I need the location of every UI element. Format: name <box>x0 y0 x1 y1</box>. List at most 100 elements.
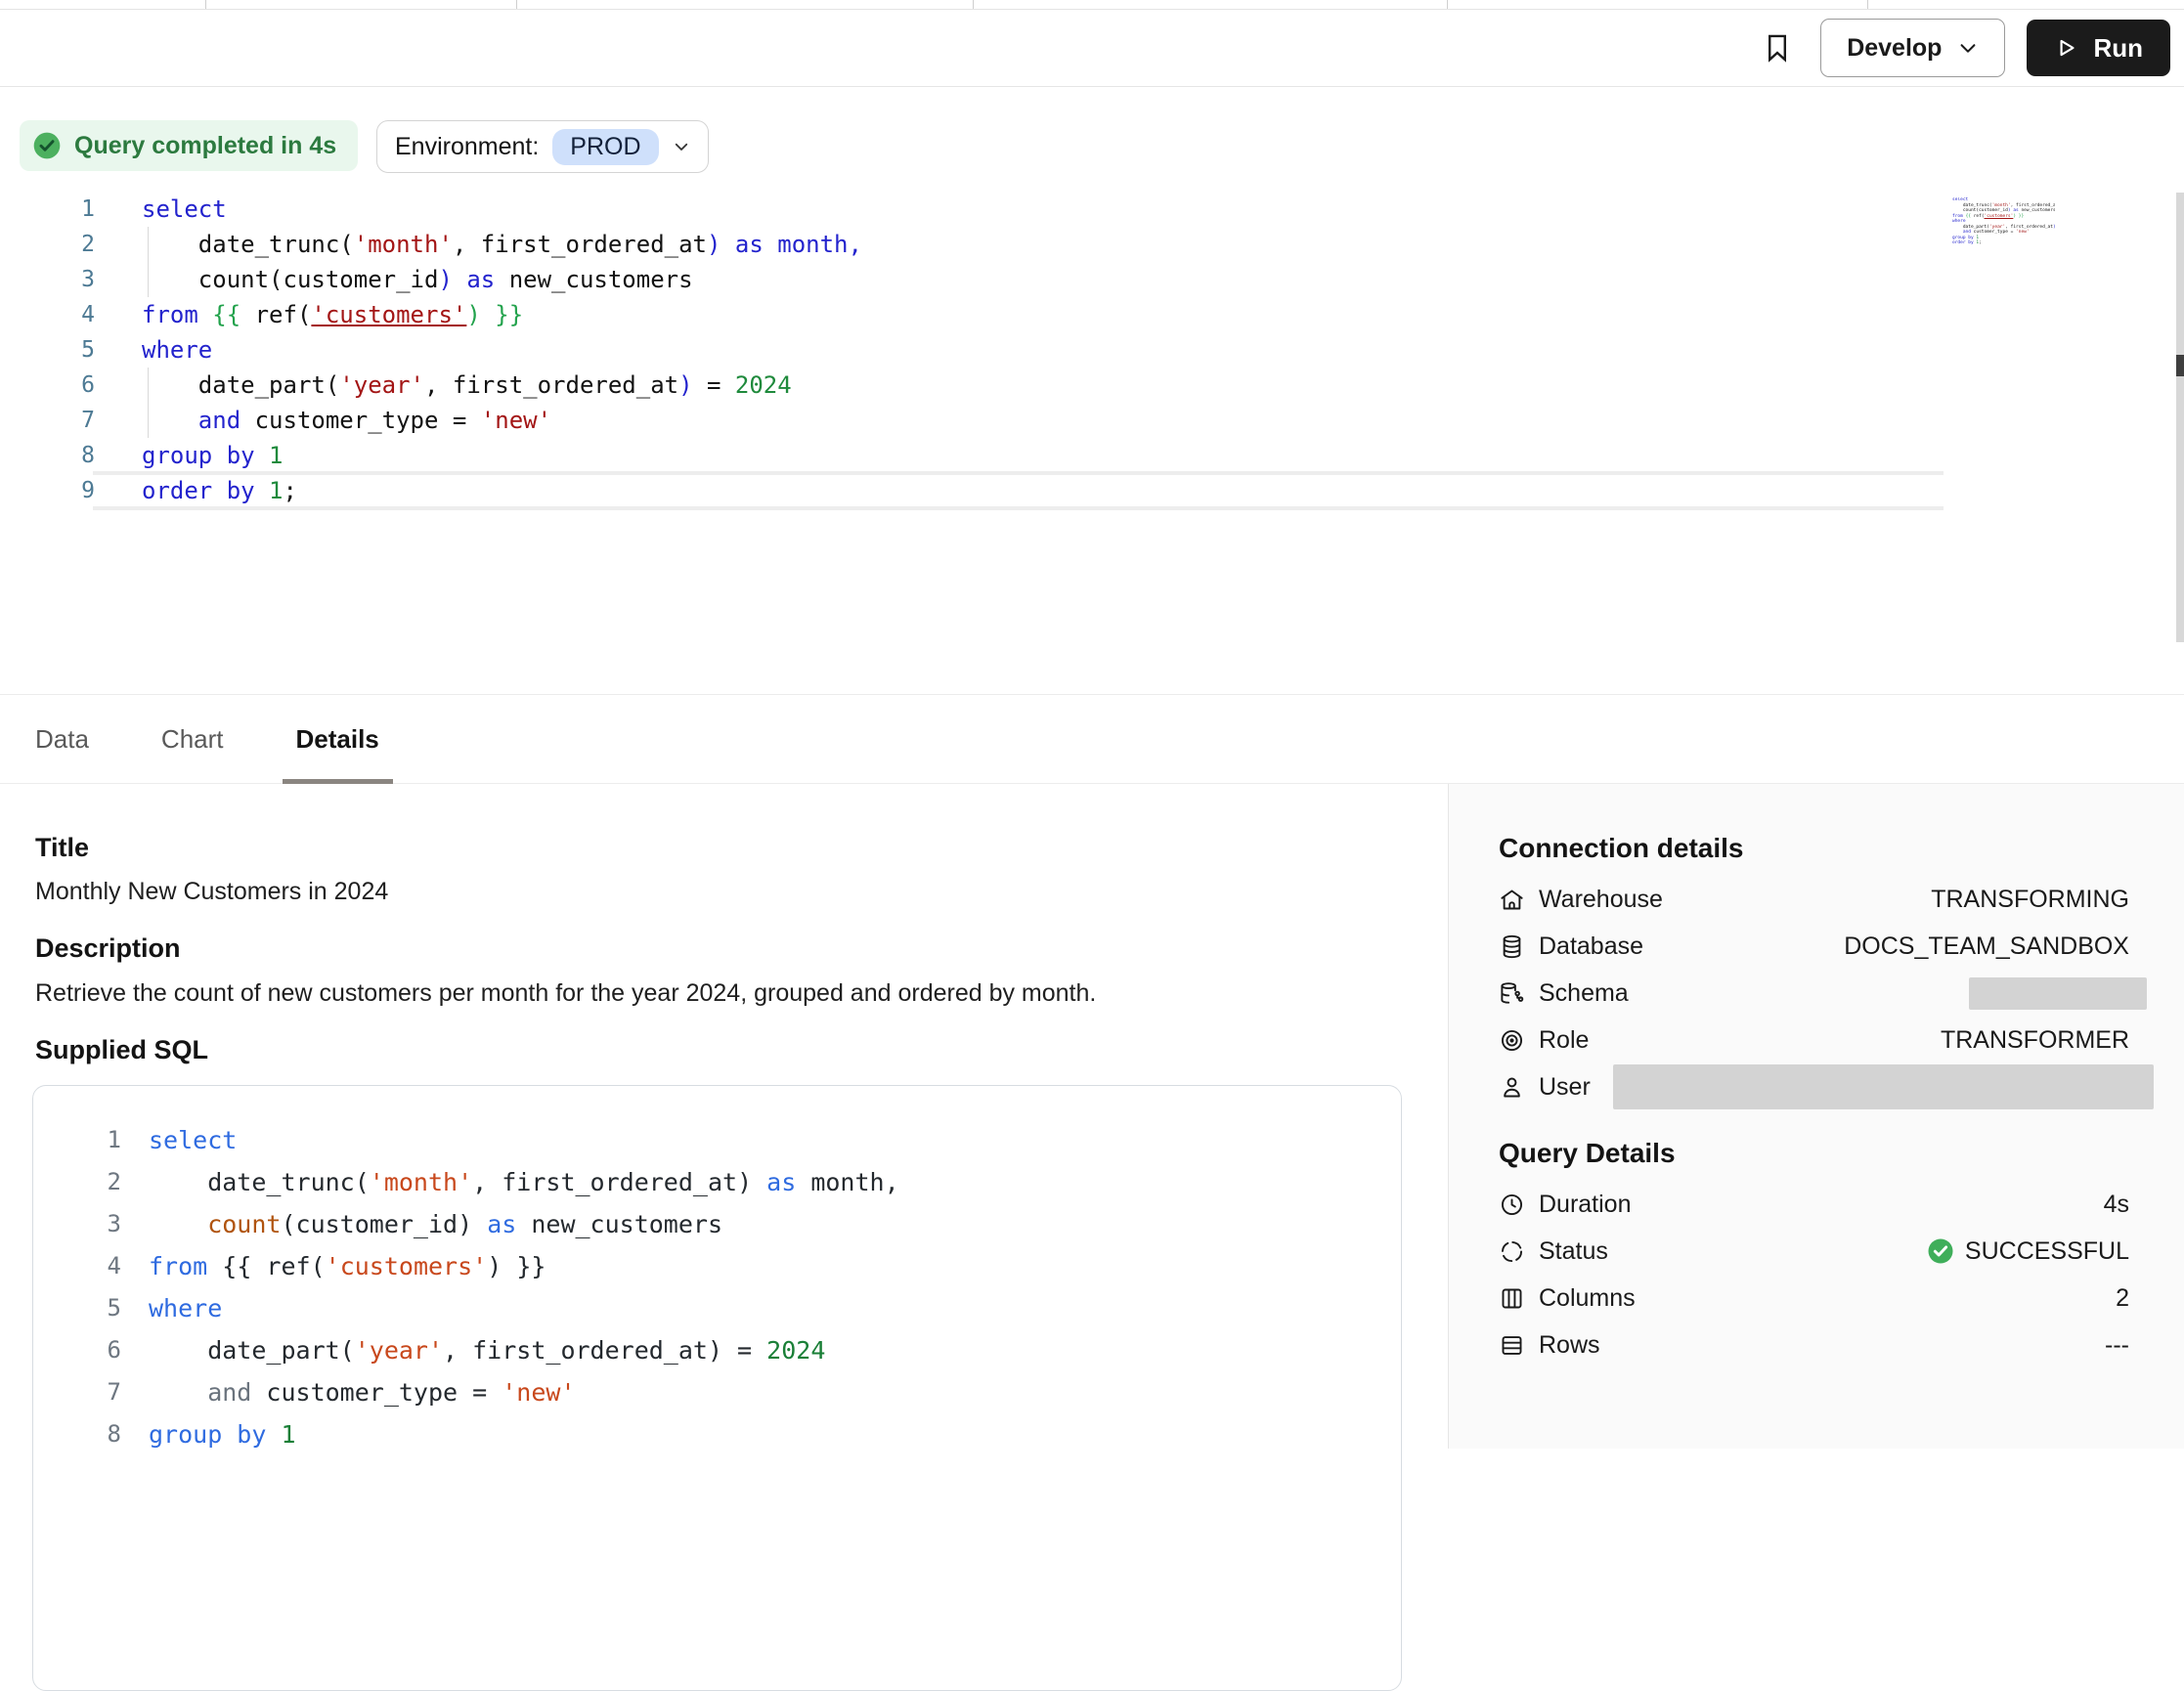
tab-divider <box>205 0 206 9</box>
columns-icon <box>1499 1285 1525 1312</box>
environment-label: Environment: <box>395 133 539 161</box>
line-number: 8 <box>0 438 95 473</box>
supplied-sql-heading: Supplied SQL <box>35 1035 208 1065</box>
line-number: 7 <box>0 403 95 438</box>
detail-row: Schema <box>1499 970 2129 1017</box>
query-status-pill: Query completed in 4s <box>20 120 358 171</box>
row-label: Database <box>1539 932 1643 961</box>
line-number: 4 <box>33 1245 121 1287</box>
results-tab-bar: Data Chart Details <box>0 694 2184 784</box>
run-label: Run <box>2093 33 2143 64</box>
tab-data[interactable]: Data <box>35 694 89 784</box>
line-number: 2 <box>33 1161 121 1203</box>
query-status-text: Query completed in 4s <box>74 132 336 160</box>
row-label: Schema <box>1539 979 1629 1008</box>
query-detail-rows: Duration 4s Status SUCCESSFUL Columns 2 … <box>1499 1181 2129 1368</box>
environment-value-badge: PROD <box>552 129 658 165</box>
tab-chart[interactable]: Chart <box>161 694 224 784</box>
detail-row: Duration 4s <box>1499 1181 2129 1228</box>
toolbar: Develop Run <box>0 10 2184 87</box>
details-panel: Title Monthly New Customers in 2024 Desc… <box>0 784 1448 1449</box>
sql-editor[interactable]: 1select2 date_trunc('month', first_order… <box>0 192 2184 524</box>
code-line: 5where <box>33 1287 1401 1329</box>
line-number: 5 <box>0 332 95 368</box>
code-line: 2 date_trunc('month', first_ordered_at) … <box>0 227 2184 262</box>
line-number: 3 <box>0 262 95 297</box>
rows-icon <box>1499 1332 1525 1359</box>
detail-row: Status SUCCESSFUL <box>1499 1228 2129 1275</box>
tab-divider <box>1867 0 1868 9</box>
bookmark-button[interactable] <box>1756 26 1799 69</box>
editor-minimap[interactable]: select date_trunc('month', first_ordered… <box>1952 197 2055 250</box>
window-tab-strip <box>0 0 2184 10</box>
line-number: 8 <box>33 1413 121 1455</box>
run-button[interactable]: Run <box>2027 20 2170 76</box>
code-line: 2 date_trunc('month', first_ordered_at) … <box>33 1161 1401 1203</box>
connection-details-heading: Connection details <box>1499 833 1743 864</box>
line-number: 9 <box>0 473 95 508</box>
editor-scrollbar[interactable] <box>2176 193 2184 642</box>
database-icon <box>1499 933 1525 960</box>
tab-divider <box>973 0 974 9</box>
title-value: Monthly New Customers in 2024 <box>35 878 388 906</box>
detail-row: Warehouse TRANSFORMING <box>1499 876 2129 923</box>
connection-rows: Warehouse TRANSFORMING Database DOCS_TEA… <box>1499 876 2129 1110</box>
row-label: Rows <box>1539 1331 1600 1360</box>
code-line: 6 date_part('year', first_ordered_at) = … <box>0 368 2184 403</box>
detail-row: User <box>1499 1063 2129 1110</box>
redacted-value <box>1969 977 2147 1010</box>
user-icon <box>1499 1074 1525 1101</box>
chevron-down-icon <box>1957 37 1979 59</box>
code-line: 3 count(customer_id) as new_customers <box>33 1203 1401 1245</box>
row-label: User <box>1539 1073 1591 1102</box>
develop-dropdown-button[interactable]: Develop <box>1820 19 2005 77</box>
connection-details-panel: Connection details Warehouse TRANSFORMIN… <box>1448 784 2184 1449</box>
develop-label: Develop <box>1847 34 1942 63</box>
code-line: 1select <box>0 192 2184 227</box>
code-line: 4from {{ ref('customers') }} <box>33 1245 1401 1287</box>
success-check-icon <box>1926 1236 1955 1266</box>
detail-row: Rows --- <box>1499 1322 2129 1368</box>
play-icon <box>2054 35 2079 61</box>
status-icon <box>1499 1238 1525 1265</box>
supplied-sql-code-block: 1select2 date_trunc('month', first_order… <box>32 1085 1402 1691</box>
line-number: 6 <box>0 368 95 403</box>
chevron-down-icon <box>673 138 690 155</box>
row-value: 4s <box>2104 1191 2129 1219</box>
check-circle-icon <box>31 130 63 161</box>
code-line: 8group by 1 <box>0 438 2184 473</box>
line-number: 5 <box>33 1287 121 1329</box>
line-number: 1 <box>0 192 95 227</box>
editor-scrollbar-thumb[interactable] <box>2176 355 2184 376</box>
code-line: 7 and customer_type = 'new' <box>33 1371 1401 1413</box>
line-number: 4 <box>0 297 95 332</box>
bookmark-icon <box>1761 29 1794 66</box>
warehouse-icon <box>1499 887 1525 913</box>
description-heading: Description <box>35 933 181 964</box>
line-number: 6 <box>33 1329 121 1371</box>
code-line: 1select <box>33 1119 1401 1161</box>
line-number: 1 <box>33 1119 121 1161</box>
environment-dropdown[interactable]: Environment: PROD <box>376 120 709 173</box>
row-label: Columns <box>1539 1284 1636 1313</box>
redacted-value <box>1613 1064 2154 1109</box>
code-line: 3 count(customer_id) as new_customers <box>0 262 2184 297</box>
code-line: 8group by 1 <box>33 1413 1401 1455</box>
row-label: Status <box>1539 1237 1608 1266</box>
tab-details[interactable]: Details <box>296 694 379 784</box>
row-label: Role <box>1539 1026 1589 1055</box>
row-label: Warehouse <box>1539 886 1663 914</box>
row-value: TRANSFORMER <box>1941 1026 2129 1055</box>
code-line: 5where <box>0 332 2184 368</box>
role-icon <box>1499 1027 1525 1054</box>
tab-divider <box>516 0 517 9</box>
line-number: 3 <box>33 1203 121 1245</box>
detail-row: Database DOCS_TEAM_SANDBOX <box>1499 923 2129 970</box>
code-line: 6 date_part('year', first_ordered_at) = … <box>33 1329 1401 1371</box>
title-heading: Title <box>35 833 89 863</box>
schema-icon <box>1499 980 1525 1007</box>
row-label: Duration <box>1539 1191 1632 1219</box>
row-value: DOCS_TEAM_SANDBOX <box>1844 932 2129 961</box>
code-line: 7 and customer_type = 'new' <box>0 403 2184 438</box>
row-value: SUCCESSFUL <box>1965 1237 2129 1266</box>
